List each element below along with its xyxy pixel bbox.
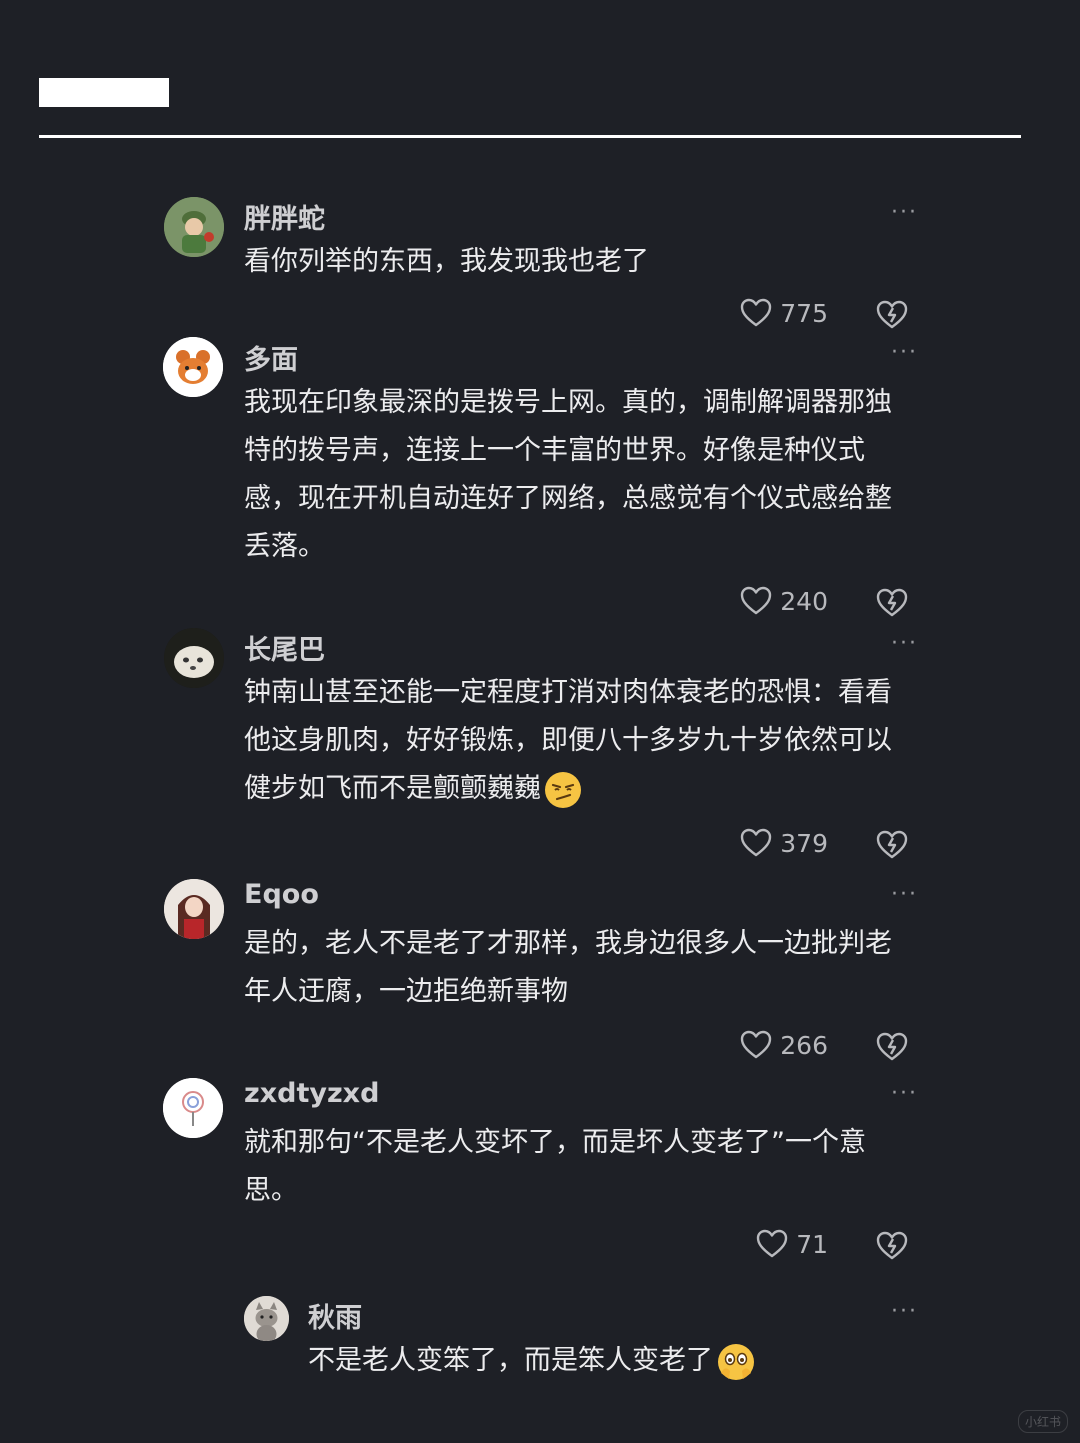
anime-girl-avatar-icon xyxy=(164,879,224,939)
white-dog-avatar-icon xyxy=(164,628,224,688)
comment-username[interactable]: 多面 xyxy=(244,338,298,377)
header-divider xyxy=(39,135,1021,138)
like-button[interactable]: 240 xyxy=(740,586,828,616)
broken-heart-icon[interactable] xyxy=(876,830,908,860)
broken-heart-icon[interactable] xyxy=(876,1231,908,1261)
like-button[interactable]: 71 xyxy=(756,1229,828,1259)
redacted-title-block xyxy=(39,78,169,107)
heart-icon xyxy=(741,1030,772,1059)
like-count: 266 xyxy=(780,1030,828,1060)
comment-text: 看你列举的东西，我发现我也老了 xyxy=(244,246,649,277)
avatar[interactable] xyxy=(164,879,224,939)
like-count: 775 xyxy=(780,298,828,328)
peeking-face-emoji xyxy=(718,1343,754,1380)
broken-heart-icon[interactable] xyxy=(876,300,908,330)
smirk-face-emoji xyxy=(545,771,581,808)
heart-icon xyxy=(741,828,772,857)
comment-text: 我现在印象最深的是拨号上网。真的，调制解调器那独特的拨号声，连接上一个丰富的世界… xyxy=(244,387,892,562)
orange-hamster-avatar-icon xyxy=(163,337,223,397)
comment-actions: 379 xyxy=(700,828,908,868)
comment-actions: 266 xyxy=(700,1030,908,1070)
green-cartoon-character-avatar-icon xyxy=(164,197,224,257)
like-count: 379 xyxy=(780,828,828,858)
grey-cat-avatar-icon xyxy=(244,1296,289,1341)
like-button[interactable]: 266 xyxy=(740,1030,828,1060)
comment-actions: 71 xyxy=(700,1229,908,1269)
heart-icon xyxy=(741,586,772,615)
comment-username[interactable]: 长尾巴 xyxy=(244,628,325,667)
avatar[interactable] xyxy=(163,337,223,397)
more-options-icon[interactable]: ··· xyxy=(891,1083,918,1105)
more-options-icon[interactable]: ··· xyxy=(891,202,918,224)
comment-username[interactable]: Eqoo xyxy=(244,879,319,910)
comment-text: 是的，老人不是老了才那样，我身边很多人一边批判老年人迂腐，一边拒绝新事物 xyxy=(244,928,892,1007)
like-button[interactable]: 775 xyxy=(740,298,828,328)
more-options-icon[interactable]: ··· xyxy=(891,342,918,364)
avatar[interactable] xyxy=(163,1078,223,1138)
like-button[interactable]: 379 xyxy=(740,828,828,858)
more-options-icon[interactable]: ··· xyxy=(891,1301,918,1323)
comment-text: 钟南山甚至还能一定程度打消对肉体衰老的恐惧：看看他这身肌肉，好好锻炼，即便八十多… xyxy=(244,669,914,813)
heart-icon xyxy=(756,1229,788,1258)
comment-username[interactable]: 胖胖蛇 xyxy=(244,197,325,236)
avatar[interactable] xyxy=(244,1296,289,1341)
watermark: 小红书 xyxy=(1017,1410,1068,1433)
avatar[interactable] xyxy=(164,197,224,257)
reply-text-body: 不是老人变笨了，而是笨人变老了 xyxy=(308,1345,713,1376)
broken-heart-icon[interactable] xyxy=(876,1032,908,1062)
comment-text: 就和那句“不是老人变坏了，而是坏人变老了”一个意思。 xyxy=(244,1127,866,1206)
more-options-icon[interactable]: ··· xyxy=(891,884,918,906)
more-options-icon[interactable]: ··· xyxy=(891,633,918,655)
like-count: 71 xyxy=(796,1229,828,1259)
reply-text: 不是老人变笨了，而是笨人变老了 xyxy=(308,1337,908,1385)
broken-heart-icon[interactable] xyxy=(876,588,908,618)
comment-username[interactable]: zxdtyzxd xyxy=(244,1078,379,1109)
like-count: 240 xyxy=(780,586,828,616)
avatar[interactable] xyxy=(164,628,224,688)
lollipop-avatar-icon xyxy=(163,1078,223,1138)
heart-icon xyxy=(741,298,772,327)
comment-actions: 775 xyxy=(700,298,908,338)
reply-username[interactable]: 秋雨 xyxy=(308,1296,362,1335)
comment-actions: 240 xyxy=(700,586,908,626)
